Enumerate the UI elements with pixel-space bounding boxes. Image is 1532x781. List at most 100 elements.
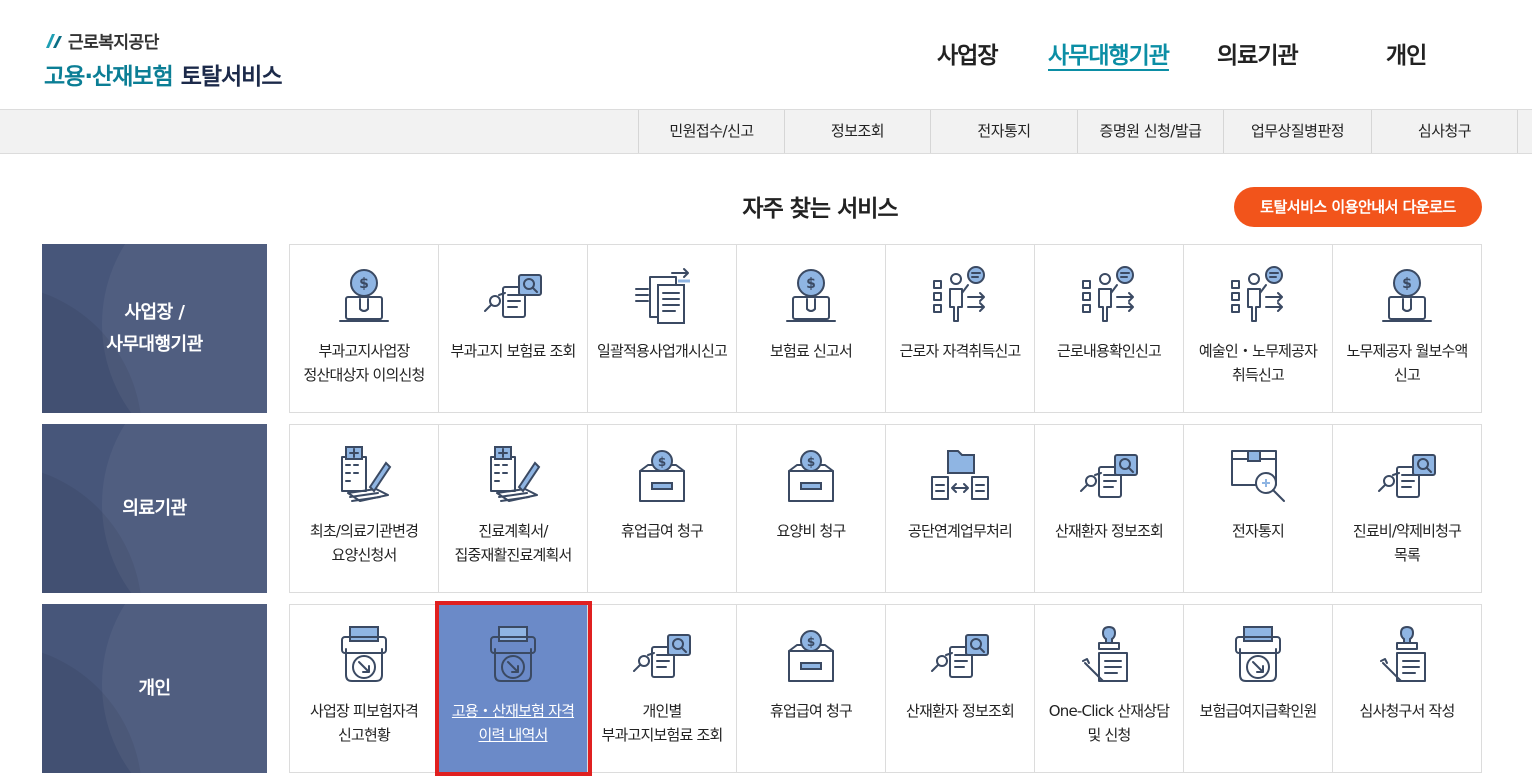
logo-org-name: 근로복지공단: [68, 33, 159, 53]
service-tile-2-1[interactable]: 고용・산재보험 자격 이력 내역서: [435, 601, 592, 776]
service-tile-label: 휴업급여 청구: [621, 522, 704, 540]
svg-text:$: $: [359, 276, 369, 292]
service-tile-label: 요양비 청구: [776, 522, 847, 540]
site-header: 근로복지공단 고용·산재보험 토탈서비스 사업장 사무대행기관 의료기관 개인: [0, 0, 1532, 110]
category-label: 사업장 / 사무대행기관: [106, 301, 203, 355]
service-tile-label: 예술인・노무제공자 취득신고: [1198, 342, 1318, 384]
service-tile-label: 근로자 자격취득신고: [899, 342, 1022, 360]
comwel-logo-icon: [46, 33, 62, 48]
nav-item-2[interactable]: 의료기관: [1217, 36, 1299, 70]
money-laptop-icon: $: [1382, 269, 1432, 322]
service-tile-1-6[interactable]: 전자통지: [1184, 425, 1333, 592]
service-tile-0-1[interactable]: 부과고지 보험료 조회: [439, 245, 588, 412]
hospital-pen-icon: [341, 446, 392, 502]
svg-text:$: $: [658, 455, 666, 469]
subnav-item-5[interactable]: 심사청구: [1371, 110, 1518, 153]
presenter-checklist-icon: [1082, 266, 1134, 322]
svg-text:$: $: [806, 276, 816, 292]
service-tile-2-6[interactable]: 보험급여지급확인원: [1184, 605, 1333, 772]
stamp-pen-icon: [1380, 625, 1426, 682]
document-magnifier-icon: [1378, 454, 1436, 498]
service-tile-1-5[interactable]: 산재환자 정보조회: [1035, 425, 1184, 592]
nav-item-1[interactable]: 사무대행기관: [1048, 36, 1170, 70]
svg-text:$: $: [1402, 276, 1412, 292]
service-tile-label: 전자통지: [1231, 522, 1285, 540]
nav-item-0[interactable]: 사업장: [937, 36, 998, 70]
service-tile-1-4[interactable]: 공단연계업무처리: [886, 425, 1035, 592]
printer-arrow-icon: [490, 626, 536, 682]
service-tile-label: 진료비/약제비청구 목록: [1352, 522, 1462, 564]
service-tile-0-5[interactable]: 근로내용확인신고: [1035, 245, 1184, 412]
service-tile-label: 산재환자 정보조회: [906, 702, 1015, 720]
svg-text:$: $: [807, 635, 815, 649]
service-tile-label: 공단연계업무처리: [907, 522, 1013, 540]
site-logo[interactable]: 근로복지공단 고용·산재보험 토탈서비스: [44, 28, 283, 91]
service-tile-0-0[interactable]: $ 부과고지사업장 정산대상자 이의신청: [290, 245, 439, 412]
category-2: 개인: [42, 604, 267, 773]
document-transfer-icon: [635, 268, 690, 324]
service-tile-0-6[interactable]: 예술인・노무제공자 취득신고: [1184, 245, 1333, 412]
subnav-item-2[interactable]: 전자통지: [930, 110, 1077, 153]
package-search-icon: [1231, 450, 1285, 502]
subnav-item-4[interactable]: 업무상질병판정: [1223, 110, 1371, 153]
subnav-item-3[interactable]: 증명원 신청/발급: [1077, 110, 1223, 153]
svg-text:$: $: [807, 455, 815, 469]
service-tile-label: 보험료 신고서: [770, 342, 853, 360]
category-0: 사업장 / 사무대행기관: [42, 244, 267, 413]
document-magnifier-icon: [484, 274, 542, 318]
service-tile-label: 근로내용확인신고: [1056, 342, 1162, 360]
subnav-item-0[interactable]: 민원접수/신고: [638, 110, 784, 153]
coin-box-icon: $: [788, 630, 834, 682]
service-tile-2-2[interactable]: 개인별 부과고지보험료 조회: [588, 605, 737, 772]
category-label: 의료기관: [122, 497, 187, 519]
service-tile-0-2[interactable]: 일괄적용사업개시신고: [588, 245, 737, 412]
presenter-checklist-icon: [933, 266, 985, 322]
logo-service-name: 고용·산재보험: [44, 64, 174, 90]
subnav-item-1[interactable]: 정보조회: [784, 110, 930, 153]
service-tile-label: 사업장 피보험자격 신고현황: [310, 702, 419, 744]
service-tile-label: 심사청구서 작성: [1359, 702, 1456, 720]
service-tile-2-0[interactable]: 사업장 피보험자격 신고현황: [290, 605, 439, 772]
sub-nav: 민원접수/신고 정보조회 전자통지 증명원 신청/발급 업무상질병판정 심사청구: [0, 109, 1532, 154]
printer-arrow-icon: [1235, 626, 1281, 682]
service-tile-label: 노무제공자 월보수액 신고: [1346, 342, 1469, 384]
guide-download-button[interactable]: 토탈서비스 이용안내서 다운로드: [1234, 187, 1482, 227]
service-tile-1-0[interactable]: 최초/의료기관변경 요양신청서: [290, 425, 439, 592]
category-label: 개인: [138, 677, 171, 699]
service-tile-0-3[interactable]: $ 보험료 신고서: [737, 245, 886, 412]
service-grid-2: 사업장 피보험자격 신고현황 고용・산재보험 자격 이력 내역서 개인별 부과고…: [289, 601, 1482, 776]
money-laptop-icon: $: [786, 269, 836, 322]
document-magnifier-icon: [931, 634, 989, 678]
nav-item-3[interactable]: 개인: [1386, 36, 1427, 70]
service-tile-2-4[interactable]: 산재환자 정보조회: [886, 605, 1035, 772]
service-tile-0-7[interactable]: $ 노무제공자 월보수액 신고: [1333, 245, 1481, 412]
service-tile-label: 산재환자 정보조회: [1055, 522, 1164, 540]
logo-service-suffix: 토탈서비스: [180, 64, 283, 90]
service-tile-2-5[interactable]: One-Click 산재상담 및 신청: [1035, 605, 1184, 772]
coin-box-icon: $: [639, 450, 685, 502]
presenter-checklist-icon: [1231, 266, 1283, 322]
folder-exchange-icon: [931, 450, 989, 500]
service-tile-label: 진료계획서/집중재활진료계획서: [454, 522, 572, 564]
service-tile-1-7[interactable]: 진료비/약제비청구 목록: [1333, 425, 1481, 592]
money-laptop-icon: $: [339, 269, 389, 322]
coin-box-icon: $: [788, 450, 834, 502]
document-magnifier-icon: [1080, 454, 1138, 498]
service-grid-1: 최초/의료기관변경 요양신청서 진료계획서/집중재활진료계획서 $ 휴업급여 청구…: [289, 424, 1482, 593]
hospital-pen-icon: [490, 446, 541, 502]
stamp-pen-icon: [1082, 625, 1128, 682]
service-tile-0-4[interactable]: 근로자 자격취득신고: [886, 245, 1035, 412]
service-tile-label: 부과고지사업장 정산대상자 이의신청: [303, 342, 426, 384]
service-tile-label: 보험급여지급확인원: [1199, 702, 1317, 720]
service-tile-2-7[interactable]: 심사청구서 작성: [1333, 605, 1481, 772]
service-tile-1-2[interactable]: $ 휴업급여 청구: [588, 425, 737, 592]
service-tile-1-3[interactable]: $ 요양비 청구: [737, 425, 886, 592]
service-tile-label: 일괄적용사업개시신고: [596, 342, 728, 360]
document-magnifier-icon: [633, 634, 691, 678]
service-tile-1-1[interactable]: 진료계획서/집중재활진료계획서: [439, 425, 588, 592]
category-1: 의료기관: [42, 424, 267, 593]
service-tile-2-3[interactable]: $ 휴업급여 청구: [737, 605, 886, 772]
service-grid-0: $ 부과고지사업장 정산대상자 이의신청 부과고지 보험료 조회 일괄적용사업개시…: [289, 244, 1482, 413]
service-tile-label: 부과고지 보험료 조회: [450, 342, 577, 360]
service-tile-label: 휴업급여 청구: [770, 702, 853, 720]
